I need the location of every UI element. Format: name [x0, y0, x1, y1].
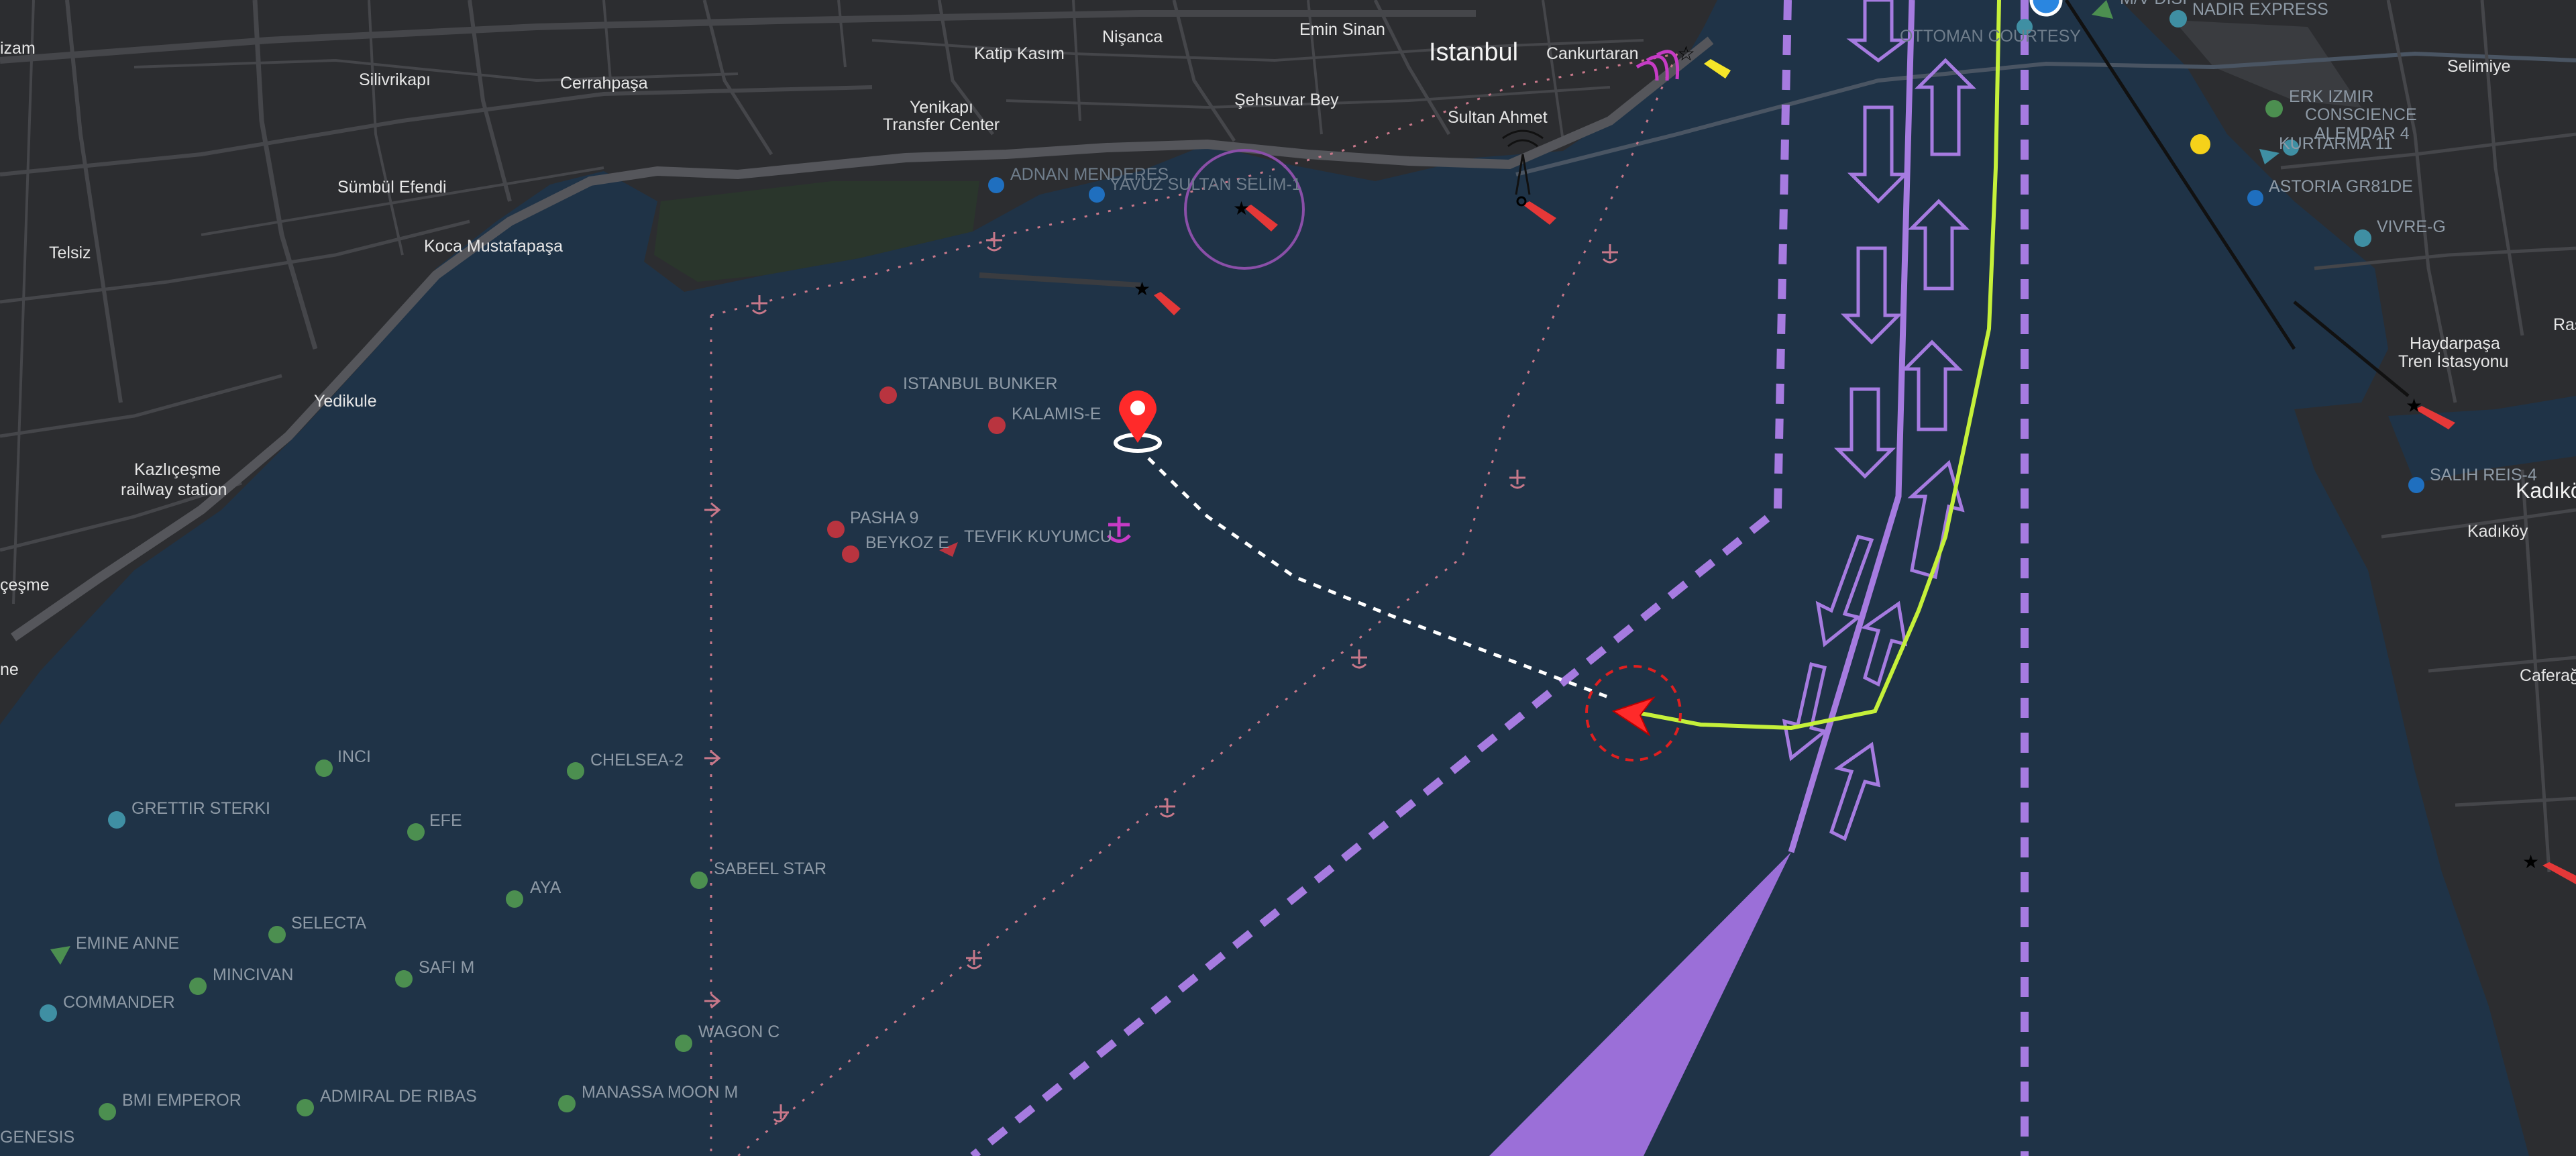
label-cesme: çeşme: [0, 576, 50, 594]
label-vivre-g: VIVRE-G: [2377, 217, 2446, 236]
label-cankurtaran: Cankurtaran: [1546, 44, 1639, 63]
label-silivrikapi: Silivrikapı: [359, 70, 431, 89]
vessel-safi-dot[interactable]: [395, 970, 413, 988]
vessel-grettir-dot[interactable]: [108, 811, 125, 829]
label-sehsuvar-bey: Şehsuvar Bey: [1234, 91, 1339, 109]
label-ras: Ras: [2553, 315, 2576, 334]
label-kadikoy: Kadıköy: [2467, 522, 2528, 541]
label-istanbul: Istanbul: [1429, 38, 1518, 66]
vessel-mincivan-dot[interactable]: [189, 978, 207, 995]
label-tevfik-kuyumcu: TEVFIK KUYUMCU: [964, 527, 1112, 546]
label-pasha-9: PASHA 9: [850, 509, 918, 527]
label-yavuz-sultan-selim: YAVUZ SULTAN SELİM-1: [1110, 174, 1301, 194]
label-admiral-de-ribas: ADMIRAL DE RIBAS: [320, 1087, 477, 1106]
vessel-commander-dot[interactable]: [40, 1004, 57, 1022]
vessel-efe-dot[interactable]: [407, 823, 425, 841]
label-bmi-emperor: BMI EMPEROR: [122, 1091, 241, 1110]
label-nisanca: Nişanca: [1102, 28, 1163, 46]
vessel-admiral-dot[interactable]: [297, 1099, 314, 1116]
label-yenikapi: Yenikapı: [910, 98, 973, 117]
vessel-beykoz-e-dot[interactable]: [842, 545, 859, 563]
label-manassa-moon-m: MANASSA MOON M: [582, 1083, 738, 1102]
vessel-anchor-yellow-icon: [2190, 134, 2210, 154]
svg-text:☆: ☆: [1677, 43, 1695, 65]
vessel-erk-dot[interactable]: [2265, 100, 2283, 117]
label-sultan-ahmet: Sultan Ahmet: [1448, 108, 1548, 127]
label-inci: INCI: [337, 747, 371, 766]
label-salih-reis: SALIH REIS-4: [2430, 466, 2537, 484]
label-telsiz: Telsiz: [49, 244, 91, 262]
label-emine-anne: EMINE ANNE: [76, 934, 179, 953]
label-chelsea-2: CHELSEA-2: [590, 751, 684, 770]
vessel-selecta-dot[interactable]: [268, 926, 286, 943]
vessel-wagon-dot[interactable]: [675, 1035, 692, 1052]
label-commander: COMMANDER: [63, 993, 175, 1012]
label-safi-m: SAFI M: [419, 958, 474, 977]
vessel-yavuz-dot[interactable]: [1089, 187, 1105, 203]
vessel-aya-dot[interactable]: [506, 890, 523, 908]
label-sabeel-star: SABEEL STAR: [714, 859, 826, 878]
svg-text:★: ★: [2522, 851, 2539, 872]
vessel-sabeel-dot[interactable]: [690, 872, 708, 889]
vessel-pasha-9-dot[interactable]: [827, 521, 845, 538]
vessel-inci-dot[interactable]: [315, 759, 333, 777]
label-koca-mustafapasa: Koca Mustafapaşa: [424, 237, 563, 256]
vessel-vivre-dot[interactable]: [2354, 229, 2371, 247]
label-kazlicesme: Kazlıçeşme: [134, 460, 221, 479]
vessel-blue-partial[interactable]: [2029, 0, 2063, 17]
label-selimiye: Selimiye: [2447, 57, 2510, 76]
label-mincivan: MINCIVAN: [213, 965, 293, 984]
label-efe: EFE: [429, 811, 462, 830]
label-grettir-sterki: GRETTIR STERKI: [131, 799, 270, 818]
label-ottoman-courtesy: OTTOMAN COURTESY: [1900, 27, 2081, 46]
label-cerrahpasa: Cerrahpaşa: [560, 74, 648, 93]
map-svg[interactable]: ★ ★ ★ ★ ☆ Istanbul Cankurtaran Sultan Ah…: [0, 0, 2576, 1156]
vessel-salih-dot[interactable]: [2408, 477, 2424, 493]
svg-text:★: ★: [1134, 278, 1150, 299]
label-kurtarma: KURTARMA 11: [2279, 134, 2393, 153]
label-genesis: GENESIS: [0, 1128, 74, 1147]
svg-text:★: ★: [2406, 395, 2422, 416]
vessel-astoria-dot[interactable]: [2247, 190, 2263, 206]
label-izam: izam: [0, 39, 36, 58]
label-yenikapi-2: Transfer Center: [883, 115, 1000, 134]
label-kalamis-e: KALAMIS-E: [1012, 405, 1101, 423]
label-astoria: ASTORIA GR81DE: [2269, 177, 2413, 196]
label-kazlicesme-2: railway station: [121, 480, 227, 499]
label-beykoz-e: BEYKOZ E: [865, 533, 949, 552]
vessel-chelsea-dot[interactable]: [567, 762, 584, 780]
vessel-kalamis-e-dot[interactable]: [988, 417, 1006, 434]
label-selecta: SELECTA: [291, 914, 366, 933]
map-canvas[interactable]: ★ ★ ★ ★ ☆ Istanbul Cankurtaran Sultan Ah…: [0, 0, 2576, 1156]
label-katip-kasim: Katip Kasım: [974, 44, 1065, 63]
label-mv-disi: M/V DISI: [2120, 0, 2187, 8]
label-ne: ne: [0, 660, 19, 679]
label-nadir-express: NADIR EXPRESS: [2192, 0, 2328, 19]
label-haydarpasa: Haydarpaşa: [2410, 334, 2500, 353]
vessel-manassa-dot[interactable]: [558, 1095, 576, 1112]
svg-text:★: ★: [1233, 198, 1250, 219]
vessel-adnan-dot[interactable]: [988, 177, 1004, 193]
vessel-bmi-dot[interactable]: [99, 1103, 116, 1120]
label-aya: AYA: [530, 878, 561, 897]
label-yedikule: Yedikule: [314, 392, 377, 411]
label-cafera: Caferağ: [2520, 666, 2576, 685]
label-conscience: CONSCIENCE: [2305, 105, 2417, 124]
label-emin-sinan: Emin Sinan: [1299, 20, 1385, 39]
label-istanbul-bunker: ISTANBUL BUNKER: [903, 374, 1058, 393]
label-sumbul-efendi: Sümbül Efendi: [337, 178, 447, 197]
label-wagon-c: WAGON C: [698, 1022, 780, 1041]
label-erk-izmir: ERK IZMIR: [2289, 87, 2373, 106]
label-haydarpasa-2: Tren İstasyonu: [2398, 352, 2508, 371]
vessel-nadir-dot[interactable]: [2169, 10, 2187, 28]
vessel-istanbul-bunker-dot[interactable]: [879, 386, 897, 404]
pin-hole: [1130, 401, 1145, 415]
